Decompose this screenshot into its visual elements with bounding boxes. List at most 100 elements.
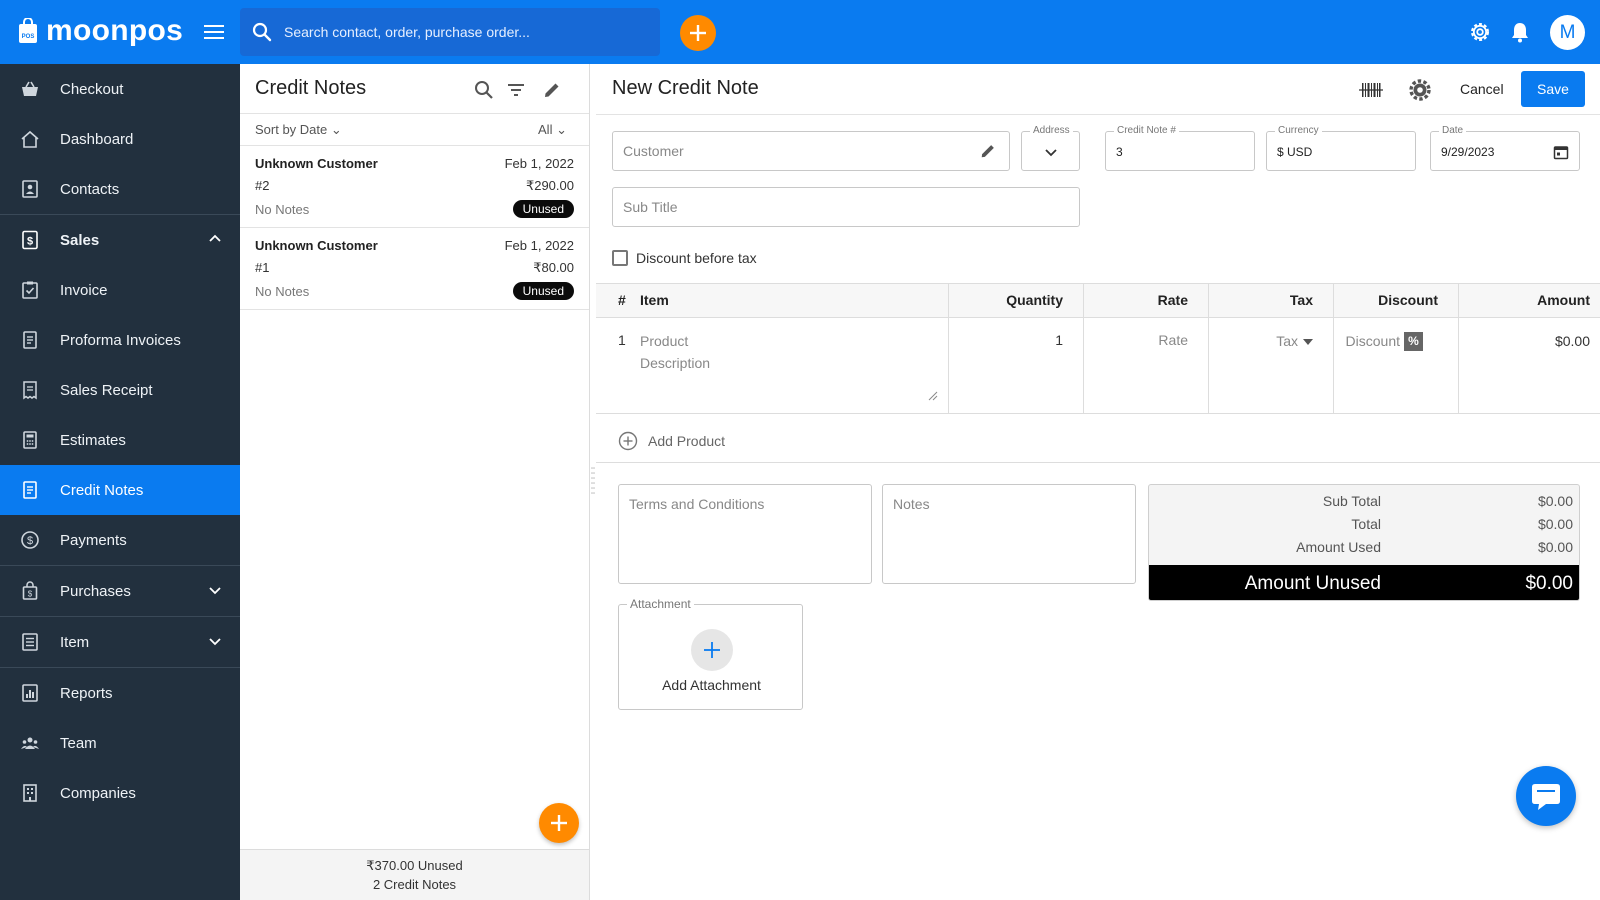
terms-textarea[interactable]: Terms and Conditions	[618, 484, 872, 584]
sidebar-item-dashboard[interactable]: Dashboard	[0, 114, 240, 164]
notes-text: No Notes	[255, 284, 310, 299]
hamburger-menu-icon[interactable]	[204, 22, 226, 42]
add-attachment-button[interactable]	[691, 629, 733, 671]
save-button[interactable]: Save	[1521, 71, 1585, 107]
quantity-input[interactable]: 1	[1055, 332, 1063, 348]
product-input[interactable]: Product	[640, 333, 688, 349]
sort-dropdown[interactable]: Sort by Date ⌄	[255, 122, 342, 138]
dollar-circle-icon: $	[21, 531, 39, 549]
chevron-down-icon[interactable]	[208, 583, 222, 597]
cancel-button[interactable]: Cancel	[1446, 72, 1518, 106]
barcode-scan-icon[interactable]	[1359, 80, 1383, 100]
sidebar-item-contacts[interactable]: Contacts	[0, 164, 240, 214]
add-credit-note-button[interactable]	[539, 803, 579, 843]
document-icon	[23, 331, 37, 349]
notes-textarea[interactable]: Notes	[882, 484, 1136, 584]
credit-note-number: #2	[255, 178, 270, 193]
gear-icon[interactable]	[1408, 78, 1432, 102]
customer-placeholder: Customer	[623, 143, 684, 159]
sidebar-item-proforma-invoices[interactable]: Proforma Invoices	[0, 315, 240, 365]
sidebar-item-reports[interactable]: Reports	[0, 668, 240, 718]
list-item[interactable]: Unknown Customer #2 No Notes Feb 1, 2022…	[240, 146, 589, 228]
sidebar-item-sales-receipt[interactable]: Sales Receipt	[0, 365, 240, 415]
sidebar-item-sales[interactable]: $ Sales	[0, 215, 240, 265]
date-field[interactable]: Date 9/29/2023	[1430, 125, 1580, 171]
column-header-index: #	[618, 292, 626, 308]
tax-select[interactable]: Tax	[1276, 333, 1298, 349]
divider	[596, 462, 1600, 463]
home-icon	[21, 130, 39, 148]
currency-field[interactable]: Currency $ USD	[1266, 125, 1416, 171]
list-footer: ₹370.00 Unused 2 Credit Notes	[240, 849, 589, 900]
sidebar-item-item[interactable]: Item	[0, 617, 240, 667]
sidebar-item-checkout[interactable]: Checkout	[0, 64, 240, 114]
credit-note-number: #1	[255, 260, 270, 275]
discount-type-toggle[interactable]: %	[1404, 332, 1423, 351]
sidebar-item-payments[interactable]: $ Payments	[0, 515, 240, 565]
svg-text:$: $	[27, 236, 33, 248]
customer-field[interactable]: Customer	[612, 131, 1010, 171]
currency-value: $ USD	[1277, 145, 1313, 159]
list-title: Credit Notes	[255, 77, 367, 99]
rate-input[interactable]: Rate	[1158, 332, 1188, 348]
checkbox[interactable]	[612, 250, 628, 266]
sidebar-item-credit-notes[interactable]: Credit Notes	[0, 465, 240, 515]
sidebar-item-companies[interactable]: Companies	[0, 768, 240, 818]
filter-dropdown[interactable]: All ⌄	[538, 122, 567, 138]
terms-placeholder: Terms and Conditions	[629, 496, 765, 512]
quick-add-button[interactable]	[680, 15, 716, 51]
chevron-down-icon[interactable]	[208, 634, 222, 648]
amount-unused-row: Amount Unused $0.00	[1149, 565, 1579, 600]
notification-bell-icon[interactable]	[1510, 21, 1530, 43]
add-attachment-label[interactable]: Add Attachment	[619, 677, 804, 693]
search-input[interactable]	[284, 18, 644, 46]
receipt-icon	[23, 381, 37, 400]
discount-input[interactable]: Discount	[1346, 333, 1400, 349]
row-index: 1	[618, 332, 626, 348]
search-icon[interactable]	[474, 80, 494, 100]
sidebar-item-team[interactable]: Team	[0, 718, 240, 768]
filter-icon[interactable]	[506, 80, 526, 100]
subtitle-field[interactable]: Sub Title	[612, 187, 1080, 227]
global-search[interactable]	[240, 8, 660, 56]
sidebar-item-label: Proforma Invoices	[60, 331, 181, 349]
brand-logo[interactable]: POS moonpos	[18, 14, 183, 48]
pencil-edit-icon[interactable]	[979, 142, 997, 160]
basket-icon	[22, 81, 38, 96]
svg-text:$: $	[27, 535, 33, 547]
footer-total: ₹370.00 Unused	[366, 858, 463, 873]
subtitle-placeholder: Sub Title	[623, 199, 678, 215]
chevron-down-icon	[1045, 149, 1057, 157]
resize-grip-icon[interactable]	[928, 391, 938, 401]
divider	[1208, 318, 1209, 413]
credit-note-icon	[23, 481, 37, 499]
panel-resize-handle[interactable]	[591, 465, 595, 495]
credit-note-number-label: Credit Note #	[1114, 125, 1179, 137]
sidebar-item-label: Sales Receipt	[60, 381, 153, 399]
sidebar-item-invoice[interactable]: Invoice	[0, 265, 240, 315]
search-icon	[252, 22, 272, 42]
sidebar-item-estimates[interactable]: Estimates	[0, 415, 240, 465]
address-select[interactable]: Address	[1021, 125, 1080, 171]
chat-support-button[interactable]	[1516, 766, 1576, 826]
page-title: New Credit Note	[612, 77, 759, 99]
column-header-item: Item	[640, 292, 669, 308]
settings-gear-icon[interactable]	[1468, 20, 1492, 44]
customer-name: Unknown Customer	[255, 238, 378, 253]
description-textarea[interactable]: Description	[640, 355, 710, 371]
credit-note-number-field[interactable]: Credit Note # 3	[1105, 125, 1255, 171]
date-value: 9/29/2023	[1441, 145, 1495, 159]
chevron-up-icon[interactable]	[208, 232, 222, 246]
pencil-edit-icon[interactable]	[542, 80, 562, 100]
row-amount: $0.00	[1554, 333, 1590, 349]
list-item[interactable]: Unknown Customer #1 No Notes Feb 1, 2022…	[240, 228, 589, 310]
subtotal-label: Sub Total	[1322, 493, 1381, 509]
caret-down-icon	[1303, 339, 1313, 345]
sidebar-item-label: Estimates	[60, 431, 126, 449]
sidebar-item-purchases[interactable]: $ Purchases	[0, 566, 240, 616]
discount-before-tax-checkbox[interactable]: Discount before tax	[612, 250, 757, 266]
amount-unused-value: $0.00	[1525, 573, 1573, 594]
calendar-icon[interactable]	[1553, 144, 1569, 160]
user-avatar[interactable]: M	[1550, 15, 1585, 50]
add-product-button[interactable]: Add Product	[618, 431, 725, 451]
